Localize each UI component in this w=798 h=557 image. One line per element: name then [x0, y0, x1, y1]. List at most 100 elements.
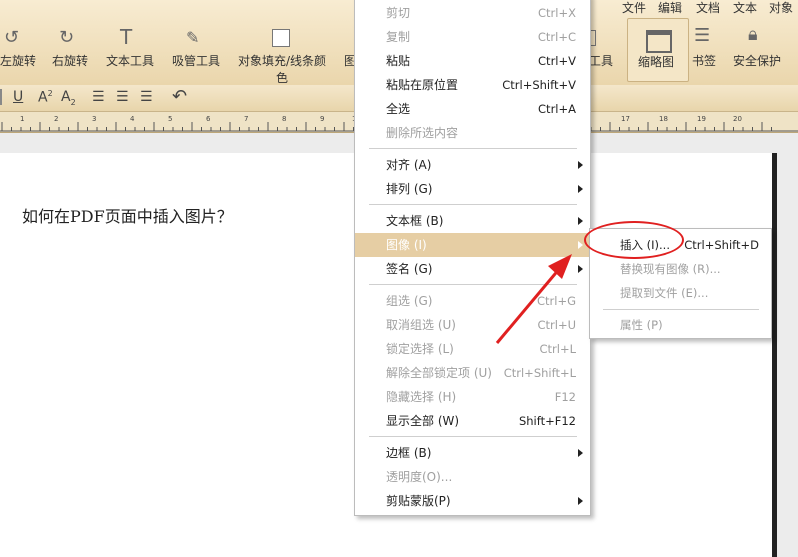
- document-text[interactable]: 如何在PDF页面中插入图片？: [22, 203, 233, 227]
- submenu-separator: [603, 309, 759, 310]
- align-center-icon[interactable]: ☰: [116, 89, 129, 105]
- submenu-item-replace[interactable]: 替换现有图像 (R)...: [590, 257, 771, 281]
- superscript-button[interactable]: A2: [38, 89, 53, 106]
- menu-item-image[interactable]: 图像 (I): [355, 233, 590, 257]
- ruler-label: 9: [320, 115, 324, 123]
- ruler-label: 6: [206, 115, 211, 123]
- ruler-label: 2: [54, 115, 58, 123]
- bookmark-button[interactable]: 书签: [692, 52, 716, 69]
- underline-button[interactable]: U: [13, 89, 23, 105]
- submenu-arrow-icon: [578, 217, 583, 225]
- ruler-label: 7: [244, 115, 248, 123]
- fill-color-icon: [272, 29, 290, 47]
- menu-item-unlock-all[interactable]: 解除全部锁定项 (U) Ctrl+Shift+L: [355, 361, 590, 385]
- submenu-arrow-icon: [578, 185, 583, 193]
- text-tool-icon: T: [120, 25, 133, 49]
- menu-item-label: 取消组选 (U): [386, 318, 456, 332]
- menu-item-label: 排列 (G): [386, 182, 433, 196]
- submenu-item-shortcut: Ctrl+Shift+D: [684, 238, 759, 252]
- align-left-icon[interactable]: ☰: [92, 89, 105, 105]
- partial-tool-label-right: 工具: [589, 54, 614, 68]
- menu-item-cut[interactable]: 剪切 Ctrl+X: [355, 1, 590, 25]
- rotate-left-button[interactable]: 左旋转: [0, 52, 36, 69]
- menu-item-arrange[interactable]: 排列 (G): [355, 177, 590, 201]
- rotate-right-button[interactable]: 右旋转: [52, 52, 88, 69]
- thumbnail-icon: [646, 30, 672, 53]
- undo-icon[interactable]: ↶: [172, 86, 187, 107]
- menu-item-ungroup[interactable]: 取消组选 (U) Ctrl+U: [355, 313, 590, 337]
- menu-item-label: 对齐 (A): [386, 158, 432, 172]
- menu-item-group[interactable]: 组选 (G) Ctrl+G: [355, 289, 590, 313]
- ruler-label: 4: [130, 115, 135, 123]
- menu-item-label: 透明度(O)...: [386, 470, 453, 484]
- menu-item-shortcut: Ctrl+C: [537, 30, 576, 44]
- rotate-left-icon: ↺: [4, 27, 20, 48]
- subscript-button[interactable]: A2: [61, 89, 76, 107]
- ruler-label: 8: [282, 115, 286, 123]
- menu-item-label: 文本框 (B): [386, 214, 444, 228]
- menu-object[interactable]: 对象: [769, 0, 793, 16]
- menu-item-label: 组选 (G): [386, 294, 433, 308]
- menu-text[interactable]: 文本: [733, 0, 757, 16]
- thumbnail-label: 缩略图: [638, 55, 675, 69]
- ruler-label: 5: [168, 115, 172, 123]
- eyedropper-button[interactable]: 吸管工具: [172, 52, 220, 69]
- ruler-label: 3: [92, 115, 96, 123]
- lock-icon: 🔒︎: [748, 24, 758, 45]
- menu-item-delete-selected[interactable]: 删除所选内容: [355, 121, 590, 145]
- menu-edit[interactable]: 编辑: [658, 0, 682, 16]
- fill-line-label-line1: 对象填充/线条颜: [238, 54, 327, 68]
- text-tool-button[interactable]: 文本工具: [106, 52, 154, 69]
- menu-item-label: 全选: [386, 102, 411, 116]
- menu-item-copy[interactable]: 复制 Ctrl+C: [355, 25, 590, 49]
- submenu-item-extract[interactable]: 提取到文件 (E)...: [590, 281, 771, 305]
- menu-item-label: 剪切: [386, 6, 411, 20]
- menu-item-shortcut: Ctrl+X: [538, 6, 576, 20]
- menu-item-paste[interactable]: 粘贴 Ctrl+V: [355, 49, 590, 73]
- menu-item-shortcut: Shift+F12: [518, 414, 576, 428]
- align-justify-icon[interactable]: ☰: [140, 89, 153, 105]
- thumbnail-button[interactable]: 缩略图: [627, 18, 689, 82]
- menu-item-paste-in-place[interactable]: 粘贴在原位置 Ctrl+Shift+V: [355, 73, 590, 97]
- menu-item-clipping-mask[interactable]: 剪贴蒙版(P): [355, 489, 590, 513]
- ruler-label: 19: [697, 115, 706, 123]
- menu-item-label: 复制: [386, 30, 411, 44]
- menu-item-select-all[interactable]: 全选 Ctrl+A: [355, 97, 590, 121]
- security-button[interactable]: 安全保护: [733, 52, 781, 69]
- rotate-right-icon: ↻: [59, 27, 75, 48]
- menu-item-hide[interactable]: 隐藏选择 (H) F12: [355, 385, 590, 409]
- menu-item-shortcut: Ctrl+A: [538, 102, 576, 116]
- superscript-label: A: [38, 89, 48, 106]
- menu-document[interactable]: 文档: [696, 0, 720, 16]
- menu-item-align[interactable]: 对齐 (A): [355, 153, 590, 177]
- menu-item-textbox[interactable]: 文本框 (B): [355, 209, 590, 233]
- menu-item-shortcut: Ctrl+Shift+V: [502, 78, 576, 92]
- menu-separator: [369, 148, 577, 149]
- ruler-label: 20: [733, 115, 742, 123]
- menu-item-shortcut: F12: [554, 390, 576, 404]
- menu-item-label: 粘贴: [386, 54, 411, 68]
- menu-item-label: 粘贴在原位置: [386, 78, 459, 92]
- menu-item-label: 解除全部锁定项 (U): [386, 366, 492, 380]
- menu-item-label: 剪贴蒙版(P): [386, 494, 451, 508]
- menu-item-signature[interactable]: 签名 (G): [355, 257, 590, 281]
- menu-item-label: 图像 (I): [386, 238, 427, 252]
- menu-item-lock[interactable]: 锁定选择 (L) Ctrl+L: [355, 337, 590, 361]
- menu-item-shortcut: Ctrl+G: [536, 294, 576, 308]
- format-separator: [0, 89, 2, 105]
- menu-item-label: 隐藏选择 (H): [386, 390, 457, 404]
- menu-item-label: 删除所选内容: [386, 126, 459, 140]
- bookmark-icon: ☰: [694, 25, 711, 46]
- fill-line-color-button[interactable]: 对象填充/线条颜 色: [238, 52, 326, 86]
- submenu-item-properties[interactable]: 属性 (P): [590, 313, 771, 337]
- submenu-arrow-icon: [578, 265, 583, 273]
- menu-item-shortcut: Ctrl+L: [539, 342, 576, 356]
- menu-item-label: 显示全部 (W): [386, 414, 460, 428]
- menu-file[interactable]: 文件: [622, 0, 646, 16]
- ruler-label: 18: [659, 115, 668, 123]
- menu-item-show-all[interactable]: 显示全部 (W) Shift+F12: [355, 409, 590, 433]
- subscript-label: A: [61, 89, 71, 105]
- menu-item-border[interactable]: 边框 (B): [355, 441, 590, 465]
- menu-item-shortcut: Ctrl+U: [537, 318, 576, 332]
- menu-item-opacity[interactable]: 透明度(O)...: [355, 465, 590, 489]
